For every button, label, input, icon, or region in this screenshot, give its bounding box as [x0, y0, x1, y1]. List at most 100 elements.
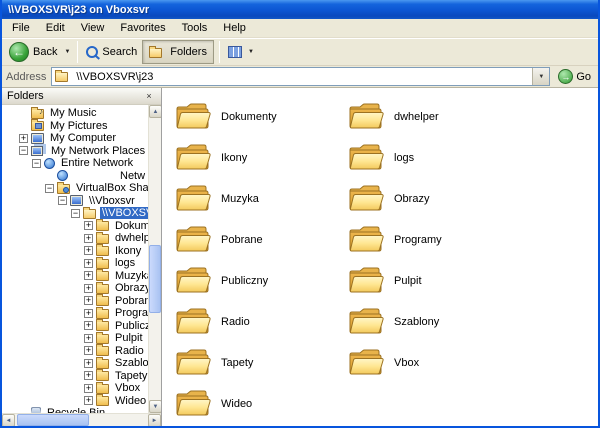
expand-icon[interactable]: +: [84, 246, 93, 255]
folder-icon: [174, 142, 212, 174]
tree-item-szablony[interactable]: + Szablony: [2, 357, 148, 370]
tree-item-my-network-places[interactable]: −My Network Places: [2, 145, 148, 158]
expand-icon[interactable]: +: [84, 271, 93, 280]
views-button[interactable]: ▼: [225, 44, 259, 60]
music-folder-icon: [31, 109, 44, 119]
folder-item-label: Ikony: [221, 152, 247, 164]
views-dropdown-icon: ▼: [246, 49, 256, 55]
menu-item-view[interactable]: View: [73, 20, 113, 36]
folder-item-tapety[interactable]: Tapety: [172, 342, 345, 383]
expand-icon[interactable]: +: [84, 371, 93, 380]
menu-item-tools[interactable]: Tools: [174, 20, 216, 36]
folder-item-programy[interactable]: Programy: [345, 219, 518, 260]
tree-item-vbox[interactable]: +Vbox: [2, 382, 148, 395]
tree-item-dokumenty[interactable]: +Dokumenty: [2, 220, 148, 233]
tree-item-label: My Pictures: [48, 120, 109, 132]
tree-item-label: My Music: [48, 107, 98, 119]
expand-icon[interactable]: +: [84, 309, 93, 318]
folder-item-pobrane[interactable]: Pobrane: [172, 219, 345, 260]
folder-item-pulpit[interactable]: Pulpit: [345, 260, 518, 301]
tree-item-pulpit[interactable]: + Pulpit: [2, 332, 148, 345]
address-dropdown-button[interactable]: ▼: [532, 68, 549, 85]
vertical-scroll-thumb[interactable]: [149, 245, 161, 313]
collapse-icon[interactable]: −: [58, 196, 67, 205]
collapse-icon[interactable]: −: [19, 146, 28, 155]
folder-item-obrazy[interactable]: Obrazy: [345, 178, 518, 219]
folders-panel: Folders × My MusicMy Pictures+My Compute…: [2, 88, 162, 426]
back-dropdown-button[interactable]: ▼: [62, 49, 72, 55]
folder-icon: [96, 296, 109, 306]
tree-item-muzyka[interactable]: +Muzyka: [2, 270, 148, 283]
horizontal-scroll-thumb[interactable]: [17, 414, 89, 426]
tree-vertical-scrollbar[interactable]: ▲ ▼: [148, 105, 161, 413]
tree-item-my-computer[interactable]: +My Computer: [2, 132, 148, 145]
folder-item-label: Obrazy: [394, 193, 429, 205]
tree-item-obrazy[interactable]: +Obrazy: [2, 282, 148, 295]
folder-item-radio[interactable]: Radio: [172, 301, 345, 342]
menu-item-file[interactable]: File: [4, 20, 38, 36]
folder-item-vbox[interactable]: Vbox: [345, 342, 518, 383]
tree-item-radio[interactable]: +Radio: [2, 345, 148, 358]
expand-icon[interactable]: +: [84, 384, 93, 393]
collapse-icon[interactable]: −: [45, 184, 54, 193]
scroll-up-button[interactable]: ▲: [149, 105, 161, 118]
tree-item-programy[interactable]: +Programy: [2, 307, 148, 320]
horizontal-scroll-track[interactable]: [15, 414, 148, 426]
expand-icon[interactable]: +: [84, 321, 93, 330]
tree-item-virtualbox-shared-folder[interactable]: −VirtualBox Shared Folder: [2, 182, 148, 195]
expand-icon[interactable]: +: [84, 221, 93, 230]
expand-icon[interactable]: +: [84, 284, 93, 293]
menu-item-help[interactable]: Help: [215, 20, 254, 36]
vertical-scroll-track[interactable]: [149, 118, 161, 400]
folder-item-szablony[interactable]: Szablony: [345, 301, 518, 342]
tree-horizontal-scrollbar[interactable]: ◄ ►: [2, 413, 161, 426]
folder-icon: [347, 347, 385, 379]
collapse-icon[interactable]: −: [32, 159, 41, 168]
expand-icon[interactable]: +: [84, 259, 93, 268]
folder-item-wideo[interactable]: Wideo: [172, 383, 345, 424]
expand-icon[interactable]: +: [84, 396, 93, 405]
scroll-down-button[interactable]: ▼: [149, 400, 161, 413]
tree-item-dwhelper[interactable]: +dwhelper: [2, 232, 148, 245]
expand-icon[interactable]: +: [84, 359, 93, 368]
address-input[interactable]: \\VBOXSVR\j23 ▼: [51, 67, 550, 86]
search-button[interactable]: Search: [83, 44, 140, 60]
tree-item-vboxsvr[interactable]: −\\Vboxsvr: [2, 195, 148, 208]
folder-item-dokumenty[interactable]: Dokumenty: [172, 96, 345, 137]
tree-item-publiczny[interactable]: +Publiczny: [2, 320, 148, 333]
back-button[interactable]: ← Back: [6, 40, 60, 64]
folder-item-muzyka[interactable]: Muzyka: [172, 178, 345, 219]
menu-item-edit[interactable]: Edit: [38, 20, 73, 36]
scroll-left-button[interactable]: ◄: [2, 414, 15, 426]
scroll-right-button[interactable]: ►: [148, 414, 161, 426]
folder-item-dwhelper[interactable]: dwhelper: [345, 96, 518, 137]
folder-item-ikony[interactable]: Ikony: [172, 137, 345, 178]
folder-item-logs[interactable]: logs: [345, 137, 518, 178]
collapse-icon[interactable]: −: [71, 209, 80, 218]
close-icon[interactable]: ×: [142, 90, 156, 103]
tree-item-my-music[interactable]: My Music: [2, 107, 148, 120]
tree-item-logs[interactable]: +logs: [2, 257, 148, 270]
expand-icon[interactable]: +: [84, 346, 93, 355]
menu-item-favorites[interactable]: Favorites: [112, 20, 173, 36]
tree-item-vboxsvr-j23[interactable]: − \\VBOXSVR\j23: [2, 207, 148, 220]
tree-item-wideo[interactable]: +Wideo: [2, 395, 148, 408]
expand-icon[interactable]: +: [84, 334, 93, 343]
folder-icon: [96, 371, 109, 381]
expand-icon[interactable]: +: [84, 296, 93, 305]
tree-item-my-pictures[interactable]: My Pictures: [2, 120, 148, 133]
tree-item-label: Szablony: [113, 357, 148, 369]
go-button[interactable]: → Go: [555, 69, 594, 84]
tree-item-label: \\VBOXSVR\j23: [100, 207, 148, 219]
folder-item-publiczny[interactable]: Publiczny: [172, 260, 345, 301]
folders-toggle-button[interactable]: Folders: [142, 40, 214, 64]
expand-icon[interactable]: +: [19, 134, 28, 143]
tree-item-ikony[interactable]: +Ikony: [2, 245, 148, 258]
tree-item-pobrane[interactable]: +Pobrane: [2, 295, 148, 308]
tree-item-netw[interactable]: Netw: [2, 170, 148, 183]
back-button-label: Back: [33, 46, 57, 58]
tree-item-tapety[interactable]: +Tapety: [2, 370, 148, 383]
tree-item-label: Pulpit: [113, 332, 145, 344]
tree-item-entire-network[interactable]: −Entire Network: [2, 157, 148, 170]
expand-icon[interactable]: +: [84, 234, 93, 243]
